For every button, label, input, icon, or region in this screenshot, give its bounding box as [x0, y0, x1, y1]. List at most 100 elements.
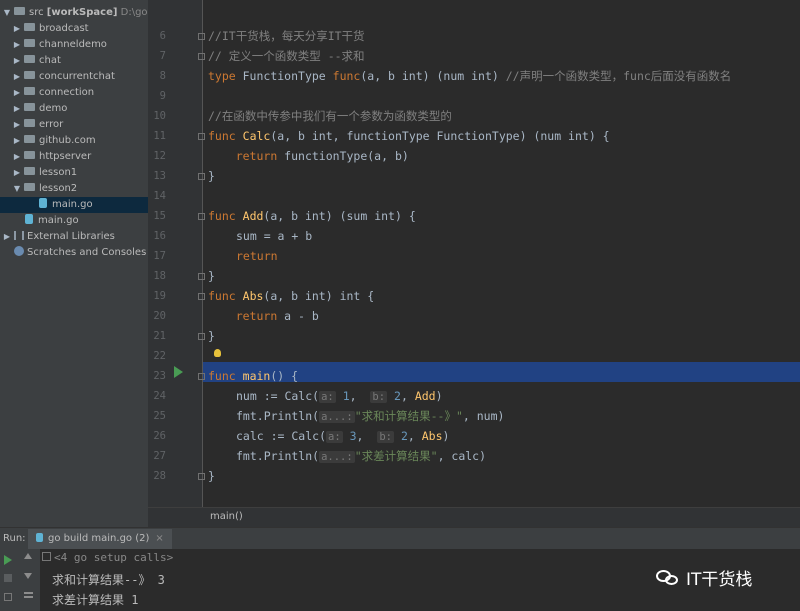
- code-line-15: func Add(a, b int) (sum int) {: [208, 209, 416, 223]
- chevron-right-icon[interactable]: ▶: [12, 149, 22, 165]
- chevron-down-icon[interactable]: ▼: [2, 5, 12, 21]
- run-tab[interactable]: go build main.go (2) ×: [28, 529, 172, 549]
- code-line-16: sum = a + b: [236, 229, 313, 243]
- folder-icon: [24, 119, 35, 127]
- fold-marker[interactable]: [198, 293, 205, 300]
- folder-icon: [24, 167, 35, 175]
- chevron-right-icon[interactable]: ▶: [12, 53, 22, 69]
- chevron-right-icon[interactable]: ▶: [12, 69, 22, 85]
- tree-item-lesson1[interactable]: ▶ lesson1: [12, 165, 77, 181]
- watermark: IT干货栈: [656, 565, 752, 590]
- rerun-icon[interactable]: [4, 555, 12, 565]
- code-line-17: return: [236, 249, 278, 263]
- scratches-icon: [14, 246, 24, 256]
- wechat-icon: [656, 568, 680, 586]
- tree-item-broadcast[interactable]: ▶ broadcast: [12, 21, 89, 37]
- run-label: Run:: [3, 533, 26, 544]
- chevron-right-icon[interactable]: ▶: [12, 21, 22, 37]
- line-number: 10: [153, 110, 166, 122]
- fold-marker[interactable]: [198, 473, 205, 480]
- console-line: 求和计算结果--》 3: [52, 573, 165, 587]
- tree-item-lesson2-main-go[interactable]: main.go: [0, 197, 148, 213]
- chevron-right-icon[interactable]: ▶: [12, 133, 22, 149]
- line-number: 22: [153, 350, 166, 362]
- line-number: 23: [153, 370, 166, 382]
- go-file-icon: [25, 214, 33, 224]
- code-line-18: }: [208, 269, 215, 283]
- root-path: D:\goland: [120, 7, 148, 18]
- code-line-19: func Abs(a, b int) int {: [208, 289, 375, 303]
- breadcrumb-item[interactable]: main(): [210, 511, 243, 522]
- code-line-21: }: [208, 329, 215, 343]
- chevron-right-icon[interactable]: ▶: [12, 165, 22, 181]
- fold-marker[interactable]: [198, 173, 205, 180]
- breadcrumb: main(): [148, 507, 800, 527]
- fold-marker[interactable]: [198, 133, 205, 140]
- tree-item-chat[interactable]: ▶ chat: [12, 53, 61, 69]
- fold-marker[interactable]: [198, 273, 205, 280]
- param-hint: a:: [326, 431, 343, 443]
- chevron-right-icon[interactable]: ▶: [12, 117, 22, 133]
- tree-item-external-libraries[interactable]: ▶ External Libraries: [2, 229, 115, 245]
- folder-icon: [24, 103, 35, 111]
- close-icon[interactable]: ×: [155, 533, 163, 544]
- code-line-7: // 定义一个函数类型 --求和: [208, 49, 365, 63]
- tree-item-scratches[interactable]: Scratches and Consoles: [2, 245, 146, 261]
- chevron-right-icon[interactable]: ▶: [12, 101, 22, 117]
- folder-icon: [24, 135, 35, 143]
- folder-icon: [24, 71, 35, 79]
- goland-window: ▼src [workSpace] D:\goland ▶broadcast ▶c…: [0, 0, 800, 611]
- chevron-right-icon[interactable]: ▶: [12, 37, 22, 53]
- tree-item-connection[interactable]: ▶ connection: [12, 85, 94, 101]
- code-line-11: func Calc(a, b int, functionType Functio…: [208, 129, 610, 143]
- fold-marker[interactable]: [198, 333, 205, 340]
- arrow-up-icon[interactable]: [24, 553, 32, 559]
- line-number: 19: [153, 290, 166, 302]
- line-number: 25: [153, 410, 166, 422]
- run-gutter-icon[interactable]: [174, 366, 183, 378]
- code-line-26: calc := Calc(a: 3, b: 2, Abs): [236, 429, 450, 443]
- fold-marker[interactable]: [198, 373, 205, 380]
- chevron-right-icon[interactable]: ▶: [2, 229, 12, 245]
- line-number: 24: [153, 390, 166, 402]
- tree-item-channeldemo[interactable]: ▶ channeldemo: [12, 37, 107, 53]
- line-number: 13: [153, 170, 166, 182]
- code-line-10: //在函数中传参中我们有一个参数为函数类型的: [208, 109, 452, 123]
- code-line-25: fmt.Println(a...: "求和计算结果--》", num): [236, 409, 505, 423]
- line-number: 6: [159, 30, 166, 42]
- folder-icon: [24, 23, 35, 31]
- go-file-icon: [36, 532, 43, 542]
- tree-item-error[interactable]: ▶ error: [12, 117, 63, 133]
- code-line-6: //IT干货栈，每天分享IT干货: [208, 29, 365, 43]
- tree-item-main-go[interactable]: main.go: [22, 213, 79, 229]
- fold-marker[interactable]: [198, 53, 205, 60]
- tree-item-github[interactable]: ▶ github.com: [12, 133, 96, 149]
- restore-layout-icon[interactable]: [4, 593, 12, 601]
- line-number: 9: [159, 90, 166, 102]
- param-hint: b:: [370, 391, 388, 403]
- fold-marker[interactable]: [198, 33, 205, 40]
- code-line-20: return a - b: [235, 309, 319, 323]
- collapse-icon[interactable]: [42, 552, 51, 561]
- chevron-down-icon[interactable]: ▼: [12, 181, 22, 197]
- fold-marker[interactable]: [198, 213, 205, 220]
- line-number: 7: [159, 50, 166, 62]
- code-line-12: return functionType(a, b): [235, 149, 409, 163]
- tree-item-concurrentchat[interactable]: ▶ concurrentchat: [12, 69, 115, 85]
- code-line-13: }: [208, 169, 215, 183]
- project-panel: ▼src [workSpace] D:\goland ▶broadcast ▶c…: [0, 0, 148, 527]
- line-number: 12: [153, 150, 166, 162]
- collapsed-setup-calls[interactable]: <4 go setup calls>: [42, 551, 173, 564]
- line-number: 20: [153, 310, 166, 322]
- tree-root-src[interactable]: ▼src [workSpace] D:\goland: [2, 5, 148, 21]
- tree-item-lesson2[interactable]: ▼ lesson2: [12, 181, 77, 197]
- lightbulb-icon[interactable]: [214, 349, 221, 357]
- line-number: 16: [153, 230, 166, 242]
- arrow-down-icon[interactable]: [24, 573, 32, 579]
- folder-icon: [14, 7, 25, 15]
- stop-icon[interactable]: [4, 574, 12, 582]
- soft-wrap-icon[interactable]: [24, 592, 33, 594]
- tree-item-demo[interactable]: ▶ demo: [12, 101, 67, 117]
- chevron-right-icon[interactable]: ▶: [12, 85, 22, 101]
- tree-item-httpserver[interactable]: ▶ httpserver: [12, 149, 91, 165]
